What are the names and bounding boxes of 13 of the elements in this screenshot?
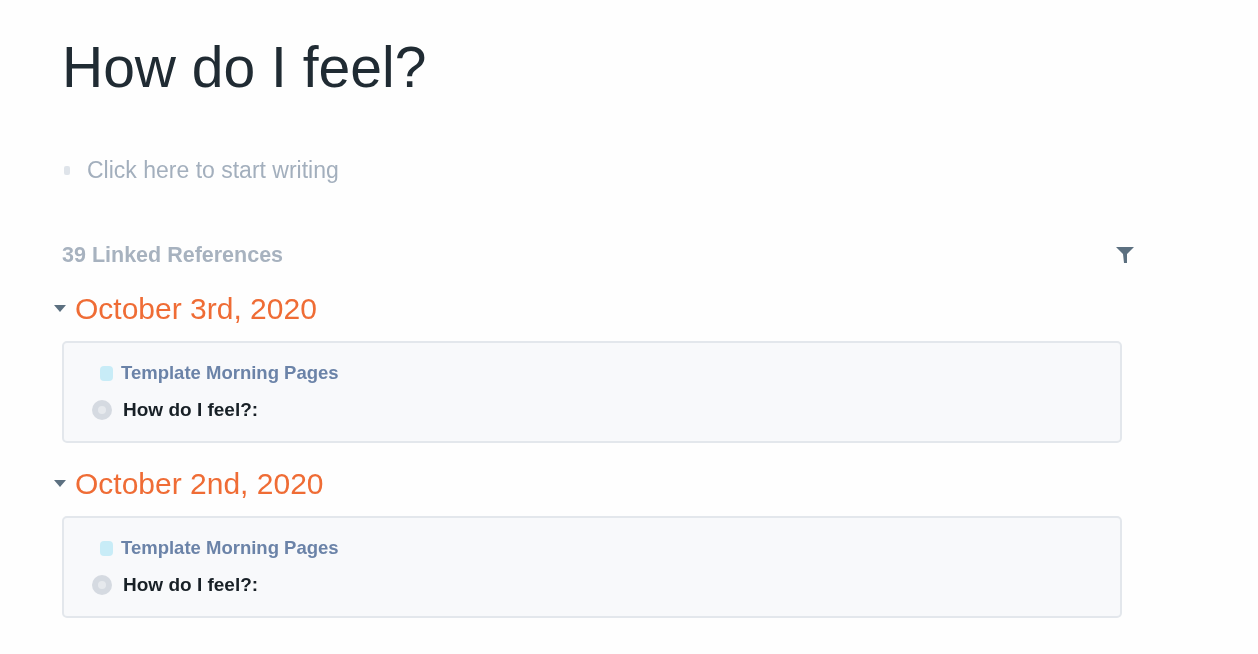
block-input-field[interactable]: Click here to start writing xyxy=(87,152,507,188)
date-link[interactable]: October 2nd, 2020 xyxy=(75,466,324,502)
bullet-icon xyxy=(64,165,70,175)
block-text: How do I feel?: xyxy=(123,397,259,422)
breadcrumb-link[interactable]: Template Morning Pages xyxy=(121,359,339,387)
block-text: How do I feel?: xyxy=(123,572,259,597)
filter-icon[interactable] xyxy=(1116,246,1134,264)
breadcrumb-link[interactable]: Template Morning Pages xyxy=(121,534,339,562)
caret-icon[interactable] xyxy=(54,480,66,488)
page-title: How do I feel? xyxy=(62,34,427,100)
section-heading: 39 Linked References xyxy=(62,241,284,269)
date-link[interactable]: October 3rd, 2020 xyxy=(75,291,317,327)
caret-icon[interactable] xyxy=(54,305,66,313)
